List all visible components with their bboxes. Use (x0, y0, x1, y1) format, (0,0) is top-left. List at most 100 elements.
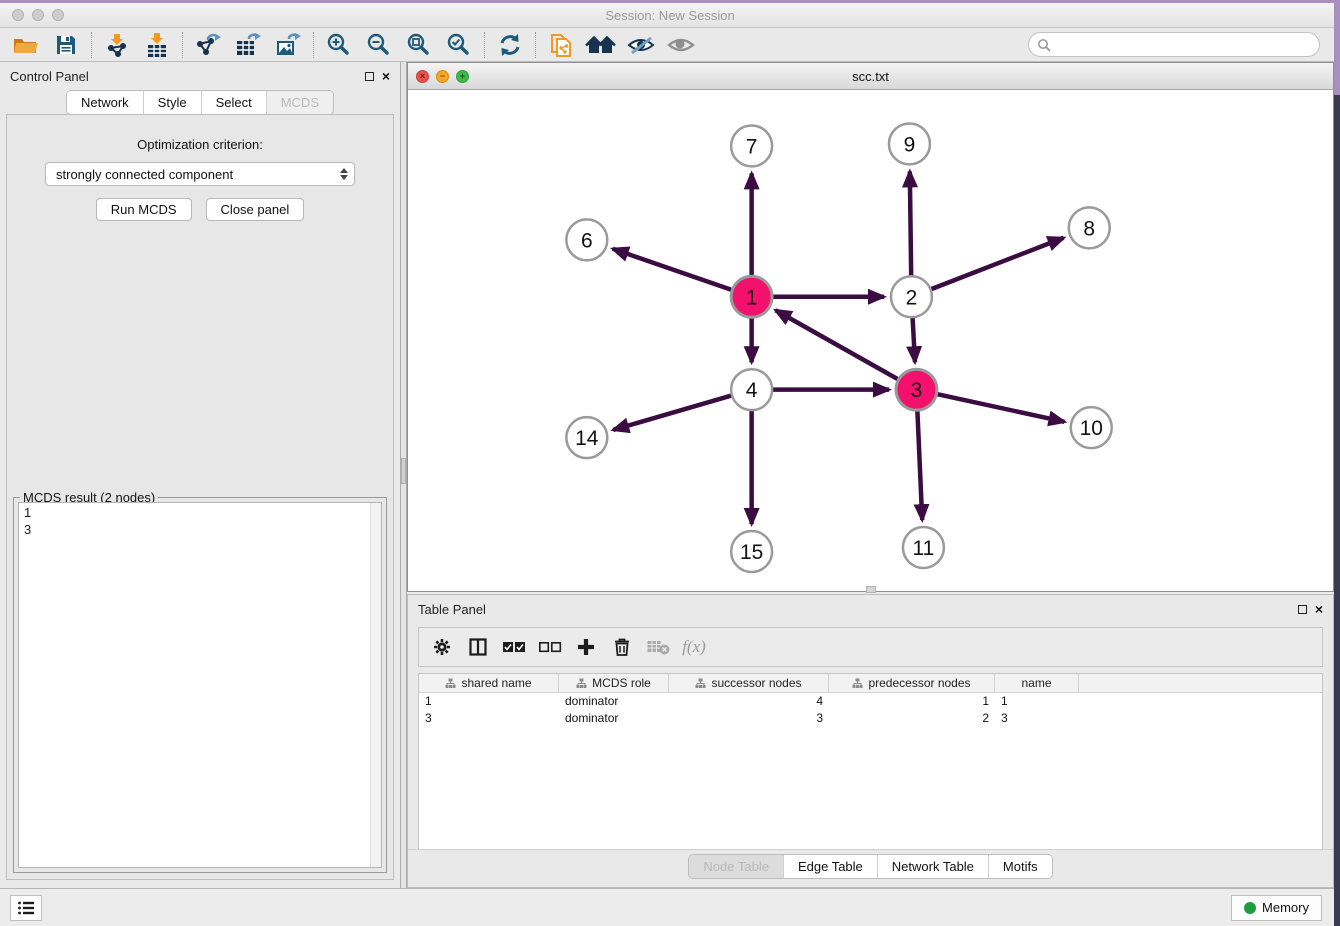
column-header-name[interactable]: name (995, 674, 1079, 692)
edge-2-3[interactable] (912, 315, 915, 362)
import-table-icon (144, 32, 170, 58)
zoom-out-button[interactable] (359, 30, 399, 60)
main-area: Control Panel × NetworkStyleSelectMCDS O… (0, 62, 1340, 888)
edge-3-11[interactable] (917, 408, 922, 520)
zoom-selected-icon (446, 32, 472, 58)
import-network-button[interactable] (97, 30, 137, 60)
node-label: 7 (746, 135, 758, 158)
cell-MCDS-role[interactable]: dominator (559, 710, 669, 727)
graph-node-11[interactable]: 11 (903, 527, 944, 568)
task-history-button[interactable] (10, 895, 42, 921)
cell-successor-nodes[interactable]: 3 (669, 710, 829, 727)
graph-node-4[interactable]: 4 (731, 369, 772, 410)
edge-2-9[interactable] (910, 171, 911, 278)
network-resize-grip[interactable] (866, 586, 876, 593)
tab-edge-table[interactable]: Edge Table (784, 855, 878, 878)
edge-2-8[interactable] (929, 238, 1064, 290)
graph-node-7[interactable]: 7 (731, 125, 772, 166)
create-column-button[interactable] (571, 632, 601, 662)
table-settings-button[interactable] (427, 632, 457, 662)
column-header-shared-name[interactable]: shared name (419, 674, 559, 692)
hide-selected-button[interactable] (621, 30, 661, 60)
tab-motifs[interactable]: Motifs (989, 855, 1052, 878)
function-builder-button[interactable]: f(x) (679, 632, 709, 662)
criterion-dropdown[interactable]: strongly connected component (45, 162, 355, 186)
mcds-result-text[interactable]: 1 3 (18, 502, 382, 868)
cell-predecessor-nodes[interactable]: 1 (829, 693, 995, 710)
tab-mcds[interactable]: MCDS (267, 91, 333, 114)
zoom-selected-button[interactable] (439, 30, 479, 60)
cell-MCDS-role[interactable]: dominator (559, 693, 669, 710)
show-column-button[interactable] (463, 632, 493, 662)
toolbar-separator (91, 32, 92, 58)
delete-table-button[interactable] (643, 632, 673, 662)
search-field[interactable] (1028, 32, 1320, 57)
tab-network[interactable]: Network (67, 91, 144, 114)
select-all-columns-button[interactable] (499, 632, 529, 662)
graph-node-10[interactable]: 10 (1071, 407, 1112, 448)
sort-hierarchy-icon (695, 678, 706, 689)
edge-1-6[interactable] (613, 249, 734, 291)
result-scrollbar[interactable] (370, 503, 381, 867)
cell-name[interactable]: 3 (995, 710, 1079, 727)
cell-predecessor-nodes[interactable]: 2 (829, 710, 995, 727)
mcds-tab-content: Optimization criterion: strongly connect… (6, 114, 394, 880)
close-panel-icon[interactable]: × (382, 69, 390, 83)
graph-node-15[interactable]: 15 (731, 531, 772, 572)
tab-network-table[interactable]: Network Table (878, 855, 989, 878)
search-input[interactable] (1056, 37, 1311, 52)
desktop-edge-top (0, 0, 1340, 3)
memory-button[interactable]: Memory (1231, 895, 1322, 921)
home-view-button[interactable] (581, 30, 621, 60)
node-label: 10 (1080, 417, 1103, 440)
save-session-button[interactable] (46, 30, 86, 60)
edge-4-14[interactable] (613, 395, 734, 430)
column-header-MCDS-role[interactable]: MCDS role (559, 674, 669, 692)
splitter-grip[interactable] (401, 458, 406, 484)
close-table-panel-icon[interactable]: × (1315, 602, 1323, 616)
panel-splitter[interactable] (400, 62, 407, 888)
column-header-successor-nodes[interactable]: successor nodes (669, 674, 829, 692)
import-table-button[interactable] (137, 30, 177, 60)
graph-node-3[interactable]: 3 (896, 369, 937, 410)
show-all-button[interactable] (661, 30, 701, 60)
export-image-icon (274, 32, 302, 58)
float-table-panel-icon[interactable] (1298, 605, 1307, 614)
float-panel-icon[interactable] (365, 72, 374, 81)
table-row[interactable]: 1dominator411 (419, 693, 1322, 710)
export-table-button[interactable] (228, 30, 268, 60)
tab-node-table[interactable]: Node Table (689, 855, 784, 878)
tab-style[interactable]: Style (144, 91, 202, 114)
edge-3-10[interactable] (935, 394, 1065, 422)
edge-3-1[interactable] (776, 310, 901, 380)
graph-node-9[interactable]: 9 (889, 123, 930, 164)
delete-column-button[interactable] (607, 632, 637, 662)
open-file-button[interactable] (6, 30, 46, 60)
graph-node-2[interactable]: 2 (891, 276, 932, 317)
network-canvas[interactable]: 7 9 6 8 1 2 4 3 14 10 15 11 (408, 90, 1333, 591)
zoom-in-button[interactable] (319, 30, 359, 60)
run-mcds-button[interactable]: Run MCDS (96, 198, 192, 221)
tab-select[interactable]: Select (202, 91, 267, 114)
graph-node-6[interactable]: 6 (566, 219, 607, 260)
export-image-button[interactable] (268, 30, 308, 60)
cell-successor-nodes[interactable]: 4 (669, 693, 829, 710)
graph-node-1[interactable]: 1 (731, 276, 772, 317)
export-network-button[interactable] (188, 30, 228, 60)
toolbar-separator (313, 32, 314, 58)
cell-shared-name[interactable]: 3 (419, 710, 559, 727)
graph-node-14[interactable]: 14 (566, 417, 607, 458)
node-label: 6 (581, 229, 593, 252)
close-panel-button[interactable]: Close panel (206, 198, 305, 221)
column-header-predecessor-nodes[interactable]: predecessor nodes (829, 674, 995, 692)
zoom-fit-icon (406, 32, 432, 58)
table-row[interactable]: 3dominator323 (419, 710, 1322, 727)
zoom-fit-button[interactable] (399, 30, 439, 60)
network-graph[interactable]: 7 9 6 8 1 2 4 3 14 10 15 11 (408, 90, 1333, 591)
refresh-button[interactable] (490, 30, 530, 60)
cell-name[interactable]: 1 (995, 693, 1079, 710)
cell-shared-name[interactable]: 1 (419, 693, 559, 710)
graph-node-8[interactable]: 8 (1069, 207, 1110, 248)
duplicate-network-button[interactable] (541, 30, 581, 60)
deselect-all-columns-button[interactable] (535, 632, 565, 662)
